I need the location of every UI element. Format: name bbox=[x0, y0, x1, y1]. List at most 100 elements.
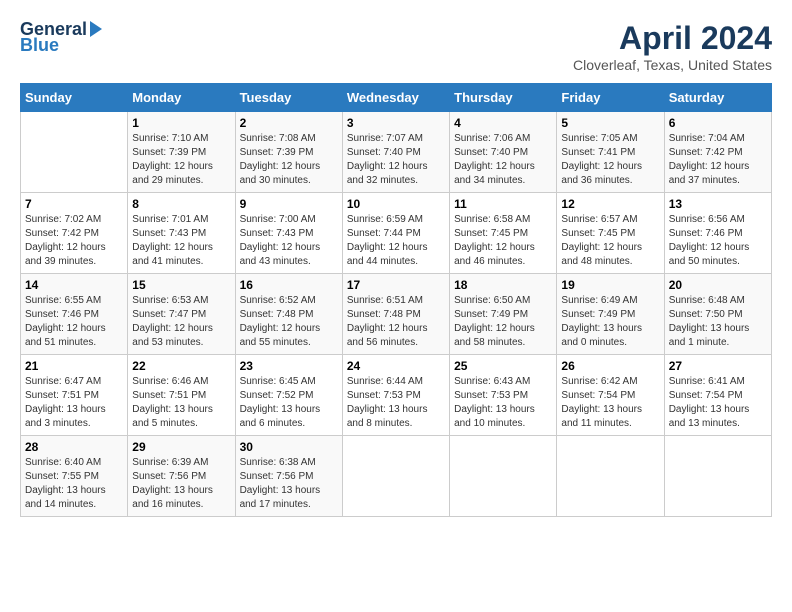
calendar-cell: 2 Sunrise: 7:08 AM Sunset: 7:39 PM Daylig… bbox=[235, 112, 342, 193]
calendar-cell: 5 Sunrise: 7:05 AM Sunset: 7:41 PM Daylig… bbox=[557, 112, 664, 193]
day-info: Sunrise: 7:04 AM Sunset: 7:42 PM Dayligh… bbox=[669, 132, 767, 188]
day-number: 1 bbox=[132, 116, 230, 130]
day-info: Sunrise: 6:49 AM Sunset: 7:49 PM Dayligh… bbox=[561, 294, 659, 350]
day-number: 27 bbox=[669, 359, 767, 373]
calendar-cell: 10 Sunrise: 6:59 AM Sunset: 7:44 PM Dayli… bbox=[342, 193, 449, 274]
calendar-table: SundayMondayTuesdayWednesdayThursdayFrid… bbox=[20, 83, 772, 517]
day-number: 22 bbox=[132, 359, 230, 373]
day-info: Sunrise: 7:05 AM Sunset: 7:41 PM Dayligh… bbox=[561, 132, 659, 188]
day-header-monday: Monday bbox=[128, 84, 235, 112]
day-number: 3 bbox=[347, 116, 445, 130]
calendar-cell: 26 Sunrise: 6:42 AM Sunset: 7:54 PM Dayli… bbox=[557, 355, 664, 436]
day-info: Sunrise: 7:00 AM Sunset: 7:43 PM Dayligh… bbox=[240, 213, 338, 269]
calendar-cell: 6 Sunrise: 7:04 AM Sunset: 7:42 PM Daylig… bbox=[664, 112, 771, 193]
logo-triangle-icon bbox=[90, 21, 102, 37]
calendar-cell: 8 Sunrise: 7:01 AM Sunset: 7:43 PM Daylig… bbox=[128, 193, 235, 274]
calendar-cell: 12Sunrise: 6:57 AM Sunset: 7:45 PM Dayli… bbox=[557, 193, 664, 274]
calendar-cell: 7Sunrise: 7:02 AM Sunset: 7:42 PM Daylig… bbox=[21, 193, 128, 274]
day-number: 21 bbox=[25, 359, 123, 373]
calendar-cell: 23 Sunrise: 6:45 AM Sunset: 7:52 PM Dayli… bbox=[235, 355, 342, 436]
calendar-body: 1 Sunrise: 7:10 AM Sunset: 7:39 PM Daylig… bbox=[21, 112, 772, 517]
calendar-week-2: 7Sunrise: 7:02 AM Sunset: 7:42 PM Daylig… bbox=[21, 193, 772, 274]
calendar-cell: 17Sunrise: 6:51 AM Sunset: 7:48 PM Dayli… bbox=[342, 274, 449, 355]
calendar-cell: 21 Sunrise: 6:47 AM Sunset: 7:51 PM Dayli… bbox=[21, 355, 128, 436]
day-info: Sunrise: 6:48 AM Sunset: 7:50 PM Dayligh… bbox=[669, 294, 767, 350]
day-number: 16 bbox=[240, 278, 338, 292]
day-info: Sunrise: 6:50 AM Sunset: 7:49 PM Dayligh… bbox=[454, 294, 552, 350]
header: General Blue April 2024 Cloverleaf, Texa… bbox=[20, 20, 772, 73]
day-number: 25 bbox=[454, 359, 552, 373]
day-info: Sunrise: 6:44 AM Sunset: 7:53 PM Dayligh… bbox=[347, 375, 445, 431]
calendar-cell: 14 Sunrise: 6:55 AM Sunset: 7:46 PM Dayli… bbox=[21, 274, 128, 355]
day-number: 28 bbox=[25, 440, 123, 454]
calendar-cell: 29 Sunrise: 6:39 AM Sunset: 7:56 PM Dayli… bbox=[128, 436, 235, 517]
calendar-cell: 3 Sunrise: 7:07 AM Sunset: 7:40 PM Daylig… bbox=[342, 112, 449, 193]
day-number: 26 bbox=[561, 359, 659, 373]
day-number: 15 bbox=[132, 278, 230, 292]
day-info: Sunrise: 6:39 AM Sunset: 7:56 PM Dayligh… bbox=[132, 456, 230, 512]
calendar-cell: 13 Sunrise: 6:56 AM Sunset: 7:46 PM Dayli… bbox=[664, 193, 771, 274]
day-info: Sunrise: 6:53 AM Sunset: 7:47 PM Dayligh… bbox=[132, 294, 230, 350]
day-info: Sunrise: 6:58 AM Sunset: 7:45 PM Dayligh… bbox=[454, 213, 552, 269]
day-info: Sunrise: 6:51 AM Sunset: 7:48 PM Dayligh… bbox=[347, 294, 445, 350]
day-header-sunday: Sunday bbox=[21, 84, 128, 112]
calendar-week-4: 21 Sunrise: 6:47 AM Sunset: 7:51 PM Dayli… bbox=[21, 355, 772, 436]
day-number: 2 bbox=[240, 116, 338, 130]
day-number: 10 bbox=[347, 197, 445, 211]
day-info: Sunrise: 6:56 AM Sunset: 7:46 PM Dayligh… bbox=[669, 213, 767, 269]
day-number: 6 bbox=[669, 116, 767, 130]
page-title: April 2024 bbox=[573, 20, 772, 57]
calendar-cell: 28 Sunrise: 6:40 AM Sunset: 7:55 PM Dayli… bbox=[21, 436, 128, 517]
day-number: 11 bbox=[454, 197, 552, 211]
page-subtitle: Cloverleaf, Texas, United States bbox=[573, 57, 772, 73]
calendar-cell: 1 Sunrise: 7:10 AM Sunset: 7:39 PM Daylig… bbox=[128, 112, 235, 193]
calendar-cell: 24Sunrise: 6:44 AM Sunset: 7:53 PM Dayli… bbox=[342, 355, 449, 436]
day-number: 14 bbox=[25, 278, 123, 292]
day-number: 30 bbox=[240, 440, 338, 454]
calendar-cell: 27 Sunrise: 6:41 AM Sunset: 7:54 PM Dayli… bbox=[664, 355, 771, 436]
day-number: 13 bbox=[669, 197, 767, 211]
calendar-cell: 19Sunrise: 6:49 AM Sunset: 7:49 PM Dayli… bbox=[557, 274, 664, 355]
day-header-saturday: Saturday bbox=[664, 84, 771, 112]
day-number: 23 bbox=[240, 359, 338, 373]
day-info: Sunrise: 6:59 AM Sunset: 7:44 PM Dayligh… bbox=[347, 213, 445, 269]
day-info: Sunrise: 6:40 AM Sunset: 7:55 PM Dayligh… bbox=[25, 456, 123, 512]
day-info: Sunrise: 7:10 AM Sunset: 7:39 PM Dayligh… bbox=[132, 132, 230, 188]
day-header-tuesday: Tuesday bbox=[235, 84, 342, 112]
day-info: Sunrise: 7:08 AM Sunset: 7:39 PM Dayligh… bbox=[240, 132, 338, 188]
calendar-cell: 4Sunrise: 7:06 AM Sunset: 7:40 PM Daylig… bbox=[450, 112, 557, 193]
calendar-header: SundayMondayTuesdayWednesdayThursdayFrid… bbox=[21, 84, 772, 112]
day-number: 29 bbox=[132, 440, 230, 454]
calendar-week-1: 1 Sunrise: 7:10 AM Sunset: 7:39 PM Daylig… bbox=[21, 112, 772, 193]
calendar-cell: 16Sunrise: 6:52 AM Sunset: 7:48 PM Dayli… bbox=[235, 274, 342, 355]
calendar-cell: 18Sunrise: 6:50 AM Sunset: 7:49 PM Dayli… bbox=[450, 274, 557, 355]
calendar-cell: 9 Sunrise: 7:00 AM Sunset: 7:43 PM Daylig… bbox=[235, 193, 342, 274]
calendar-cell: 22 Sunrise: 6:46 AM Sunset: 7:51 PM Dayli… bbox=[128, 355, 235, 436]
day-number: 9 bbox=[240, 197, 338, 211]
day-info: Sunrise: 6:42 AM Sunset: 7:54 PM Dayligh… bbox=[561, 375, 659, 431]
calendar-cell: 20 Sunrise: 6:48 AM Sunset: 7:50 PM Dayli… bbox=[664, 274, 771, 355]
day-number: 5 bbox=[561, 116, 659, 130]
calendar-cell: 11 Sunrise: 6:58 AM Sunset: 7:45 PM Dayli… bbox=[450, 193, 557, 274]
day-info: Sunrise: 6:41 AM Sunset: 7:54 PM Dayligh… bbox=[669, 375, 767, 431]
day-info: Sunrise: 6:57 AM Sunset: 7:45 PM Dayligh… bbox=[561, 213, 659, 269]
day-info: Sunrise: 7:06 AM Sunset: 7:40 PM Dayligh… bbox=[454, 132, 552, 188]
calendar-week-3: 14 Sunrise: 6:55 AM Sunset: 7:46 PM Dayli… bbox=[21, 274, 772, 355]
day-number: 8 bbox=[132, 197, 230, 211]
day-header-friday: Friday bbox=[557, 84, 664, 112]
day-info: Sunrise: 7:01 AM Sunset: 7:43 PM Dayligh… bbox=[132, 213, 230, 269]
day-info: Sunrise: 6:47 AM Sunset: 7:51 PM Dayligh… bbox=[25, 375, 123, 431]
logo-blue: Blue bbox=[20, 36, 102, 56]
day-info: Sunrise: 6:38 AM Sunset: 7:56 PM Dayligh… bbox=[240, 456, 338, 512]
calendar-cell bbox=[557, 436, 664, 517]
calendar-cell bbox=[664, 436, 771, 517]
calendar-cell: 25Sunrise: 6:43 AM Sunset: 7:53 PM Dayli… bbox=[450, 355, 557, 436]
calendar-cell: 15 Sunrise: 6:53 AM Sunset: 7:47 PM Dayli… bbox=[128, 274, 235, 355]
day-number: 20 bbox=[669, 278, 767, 292]
day-info: Sunrise: 6:55 AM Sunset: 7:46 PM Dayligh… bbox=[25, 294, 123, 350]
day-info: Sunrise: 6:45 AM Sunset: 7:52 PM Dayligh… bbox=[240, 375, 338, 431]
day-header-wednesday: Wednesday bbox=[342, 84, 449, 112]
day-info: Sunrise: 6:46 AM Sunset: 7:51 PM Dayligh… bbox=[132, 375, 230, 431]
day-number: 7 bbox=[25, 197, 123, 211]
day-info: Sunrise: 7:07 AM Sunset: 7:40 PM Dayligh… bbox=[347, 132, 445, 188]
